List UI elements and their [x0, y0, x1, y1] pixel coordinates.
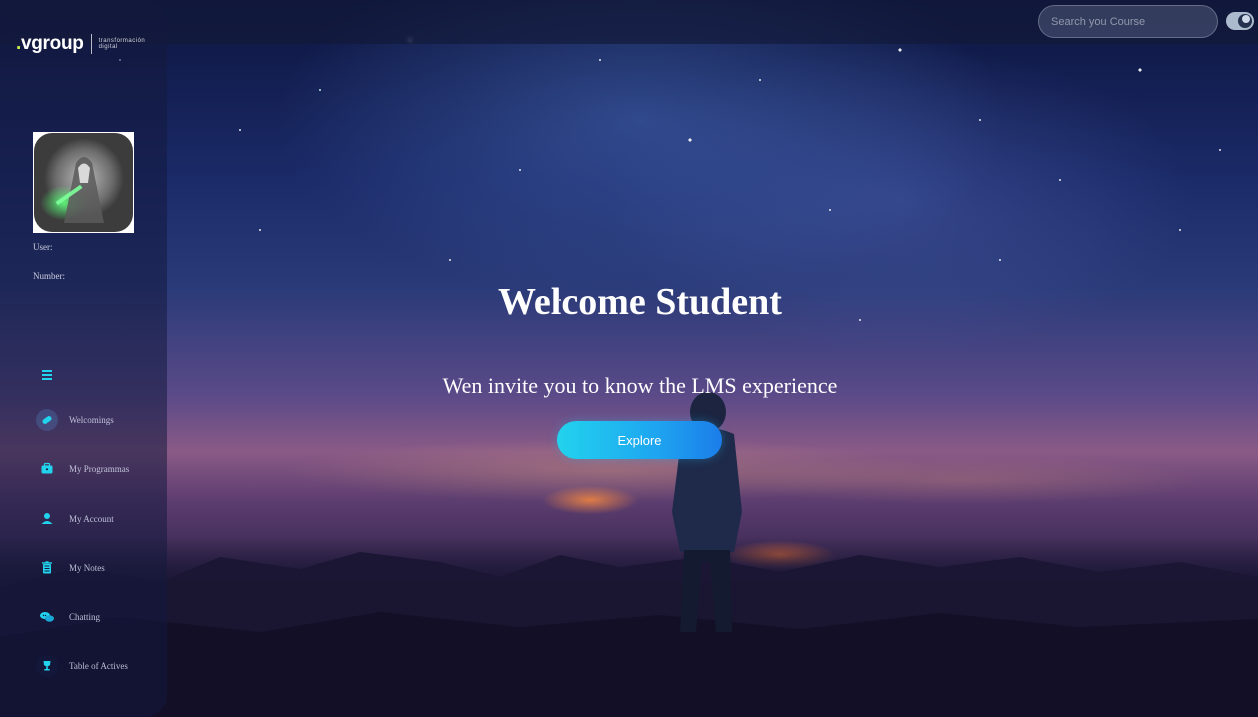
nav-label: Chatting [69, 612, 100, 622]
nav-item-my-programmas[interactable]: My Programmas [35, 457, 129, 481]
sidebar: .vgroup transformación digital User: Num… [0, 0, 167, 717]
person-icon [35, 507, 59, 531]
top-bar [0, 0, 1258, 44]
explore-button[interactable]: Explore [557, 421, 722, 459]
pill-icon [35, 408, 59, 432]
nav-item-my-account[interactable]: My Account [35, 507, 114, 531]
nav-label: Table of Actives [69, 661, 128, 671]
logo-wordmark: .vgroup [16, 33, 84, 54]
nav-item-welcomings[interactable]: Welcomings [35, 408, 114, 432]
nav-item-table-of-actives[interactable]: Table of Actives [35, 654, 128, 678]
theme-toggle[interactable] [1226, 12, 1254, 30]
search-course-input[interactable] [1038, 5, 1218, 38]
vgroup-logo[interactable]: .vgroup transformación digital [16, 30, 145, 58]
hero-title: Welcome Student [498, 281, 782, 323]
nav-label: My Account [69, 514, 114, 524]
nav-item-chatting[interactable]: Chatting [35, 605, 100, 629]
chat-bubbles-icon [35, 605, 59, 629]
hero-subtitle: Wen invite you to know the LMS experienc… [442, 373, 838, 398]
logo-tagline: transformación digital [98, 38, 146, 50]
menu-hamburger-icon[interactable] [40, 368, 54, 380]
nav-item-my-notes[interactable]: My Notes [35, 556, 105, 580]
number-label: Number: [33, 271, 65, 281]
nav-label: My Programmas [69, 464, 130, 474]
user-avatar[interactable] [33, 132, 134, 233]
rock-silhouettes [0, 552, 1258, 717]
logo-divider [90, 34, 92, 54]
avatar-image [34, 133, 133, 232]
hooded-figure-icon [55, 157, 104, 223]
trophy-icon [35, 654, 59, 678]
app-viewport: .vgroup transformación digital User: Num… [0, 0, 1258, 717]
briefcase-icon [35, 457, 59, 481]
nav-label: Welcomings [69, 415, 114, 425]
moon-icon [1242, 15, 1250, 23]
nav-label: My Notes [69, 563, 105, 573]
user-label: User: [33, 242, 53, 252]
trash-note-icon [35, 556, 59, 580]
